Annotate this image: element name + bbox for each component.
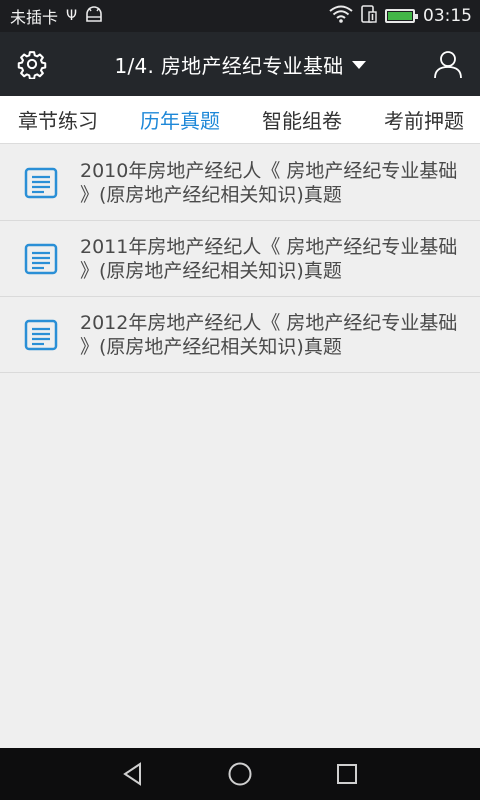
- carrier-label: 未插卡: [10, 8, 59, 27]
- status-bar: 未插卡 Ψ 03:15: [0, 0, 480, 32]
- list-item-title: 2010年房地产经纪人《 房地产经纪专业基础 》(原房地产经纪相关知识)真题: [80, 159, 458, 206]
- back-button[interactable]: [109, 750, 157, 798]
- user-button[interactable]: [416, 32, 480, 96]
- android-debug-icon: [85, 6, 103, 26]
- list-item[interactable]: 2010年房地产经纪人《 房地产经纪专业基础 》(原房地产经纪相关知识)真题: [0, 145, 480, 221]
- home-circle-icon: [228, 762, 252, 786]
- tab-smart-paper[interactable]: 智能组卷: [262, 105, 342, 134]
- tab-chapter-practice[interactable]: 章节练习: [18, 105, 98, 134]
- document-icon: [24, 167, 58, 198]
- wifi-icon: [329, 5, 353, 27]
- tab-past-exams[interactable]: 历年真题: [140, 105, 220, 134]
- recents-square-icon: [336, 764, 357, 784]
- document-icon: [24, 319, 58, 350]
- gear-icon: [17, 51, 47, 79]
- home-button[interactable]: [216, 750, 264, 798]
- recents-button[interactable]: [323, 750, 371, 798]
- exam-list: 2010年房地产经纪人《 房地产经纪专业基础 》(原房地产经纪相关知识)真题 2…: [0, 145, 480, 373]
- list-item[interactable]: 2011年房地产经纪人《 房地产经纪专业基础 》(原房地产经纪相关知识)真题: [0, 221, 480, 297]
- caret-down-icon: [351, 61, 366, 69]
- tab-bar: 章节练习 历年真题 智能组卷 考前押题: [0, 96, 480, 144]
- status-right: 03:15: [329, 5, 472, 27]
- list-item-title: 2012年房地产经纪人《 房地产经纪专业基础 》(原房地产经纪相关知识)真题: [80, 311, 458, 358]
- battery-icon: [385, 9, 418, 23]
- list-item[interactable]: 2012年房地产经纪人《 房地产经纪专业基础 》(原房地产经纪相关知识)真题: [0, 297, 480, 373]
- settings-button[interactable]: [0, 32, 64, 96]
- user-icon: [434, 51, 462, 79]
- back-triangle-icon: [123, 762, 142, 786]
- tab-predicted-questions[interactable]: 考前押题: [384, 105, 464, 134]
- subject-selector[interactable]: 1/4. 房地产经纪专业基础: [64, 50, 416, 79]
- usb-icon: Ψ: [66, 8, 78, 24]
- list-item-title: 2011年房地产经纪人《 房地产经纪专业基础 》(原房地产经纪相关知识)真题: [80, 235, 458, 282]
- navigation-bar: [0, 748, 480, 800]
- status-time: 03:15: [423, 6, 472, 26]
- sim-info-icon: [361, 5, 377, 27]
- status-left: 未插卡 Ψ: [10, 4, 103, 28]
- page-title: 1/4. 房地产经纪专业基础: [114, 53, 344, 78]
- document-icon: [24, 243, 58, 274]
- app-bar: 1/4. 房地产经纪专业基础: [0, 32, 480, 96]
- battery-fill: [388, 12, 412, 20]
